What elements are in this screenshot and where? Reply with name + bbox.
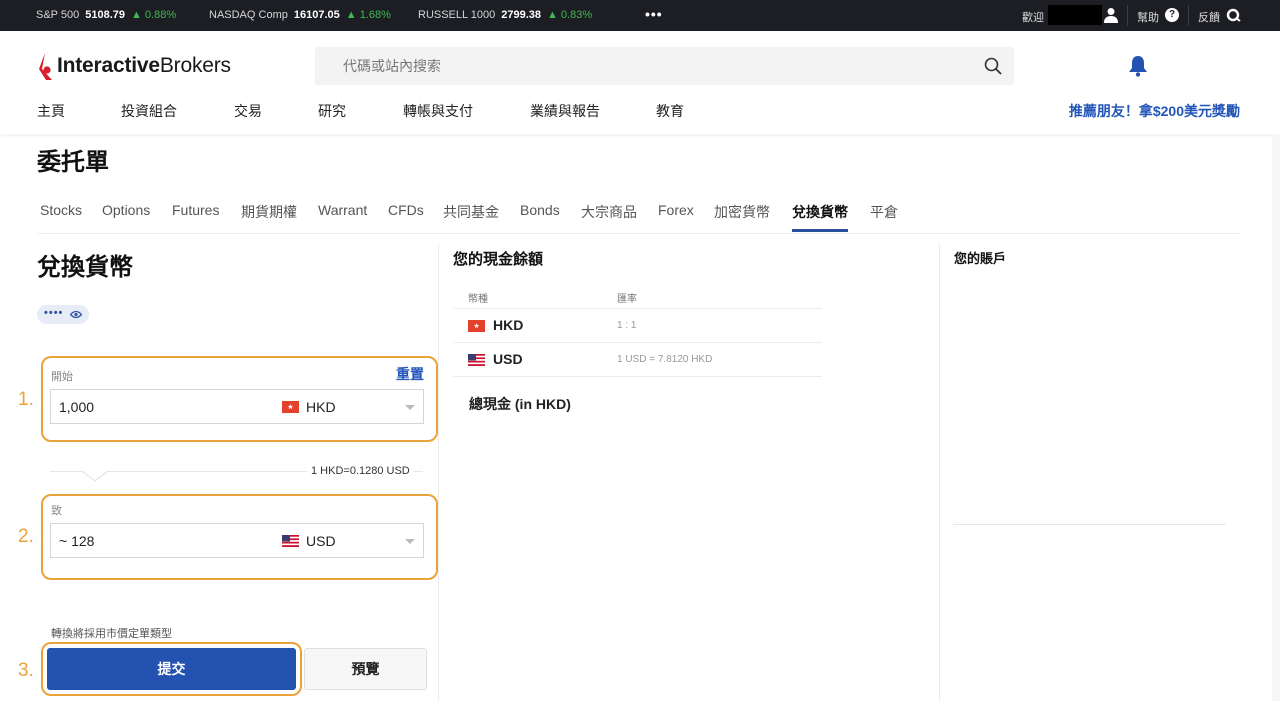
- column-divider: [939, 244, 940, 701]
- account-divider: [953, 524, 1226, 525]
- divider: [1188, 5, 1189, 26]
- table-row: USD 1 USD = 7.8120 HKD: [453, 343, 822, 377]
- site-header: InteractiveBrokers 主頁 投資組合 交易 研究 轉帳與支付 業…: [0, 31, 1280, 134]
- your-account-title: 您的賬戶: [954, 251, 1007, 266]
- nav-performance-reports[interactable]: 業績與報告: [530, 101, 600, 121]
- exchange-rate-text: 1 HKD=0.1280 USD: [307, 465, 414, 477]
- column-divider: [438, 244, 439, 701]
- market-order-note: 轉換將採用市價定單類型: [51, 628, 172, 640]
- currency-column-header: 幣種: [468, 294, 488, 305]
- nav-education[interactable]: 教育: [656, 101, 684, 121]
- step-2-marker: 2.: [18, 526, 34, 547]
- hk-flag-icon: [468, 320, 485, 332]
- tab-forex[interactable]: Forex: [658, 202, 694, 218]
- chevron-down-icon: [405, 539, 415, 544]
- nav-transfer-pay[interactable]: 轉帳與支付: [403, 101, 473, 121]
- to-currency-select[interactable]: USD: [274, 523, 424, 558]
- us-flag-icon: [282, 535, 299, 547]
- hk-flag-icon: [282, 401, 299, 413]
- notifications-bell-icon[interactable]: [1128, 55, 1148, 77]
- divider: [1127, 5, 1128, 26]
- conversion-form-title: 兌換貨幣: [37, 254, 133, 281]
- redacted-username: [1048, 5, 1102, 25]
- ticker-name: RUSSELL 1000: [418, 9, 496, 21]
- tab-futures[interactable]: Futures: [172, 202, 219, 218]
- welcome-label: 歡迎: [1022, 12, 1044, 24]
- feedback-icon[interactable]: [1226, 8, 1241, 23]
- ib-logo[interactable]: InteractiveBrokers: [36, 49, 231, 83]
- ticker-change: ▲ 0.88%: [131, 9, 177, 21]
- tab-bonds[interactable]: Bonds: [520, 202, 560, 218]
- tab-mutual-funds[interactable]: 共同基金: [443, 202, 499, 222]
- reset-link[interactable]: 重置: [396, 364, 424, 384]
- help-link[interactable]: 幫助: [1137, 9, 1159, 25]
- tab-futures-options[interactable]: 期貨期權: [241, 202, 297, 222]
- from-label: 開始: [51, 371, 73, 383]
- ticker-name: NASDAQ Comp: [209, 9, 288, 21]
- rate-column-header: 匯率: [617, 294, 637, 305]
- nav-portfolio[interactable]: 投資組合: [121, 101, 177, 121]
- help-icon[interactable]: ?: [1165, 8, 1179, 22]
- step-3-marker: 3.: [18, 660, 34, 681]
- ib-logo-mark-icon: [39, 53, 52, 80]
- to-amount-input[interactable]: [50, 523, 275, 558]
- currency-rate: 1 USD = 7.8120 HKD: [617, 354, 713, 365]
- ticker-value: 5108.79: [85, 9, 125, 21]
- nav-trade[interactable]: 交易: [234, 101, 262, 121]
- ticker-nasdaq[interactable]: NASDAQ Comp 16107.05 ▲ 1.68%: [209, 9, 391, 21]
- from-currency-select[interactable]: HKD: [274, 389, 424, 424]
- search-input[interactable]: [343, 47, 963, 85]
- step-1-marker: 1.: [18, 389, 34, 410]
- to-currency-code: USD: [306, 533, 336, 549]
- tab-stocks[interactable]: Stocks: [40, 202, 82, 218]
- logo-text: InteractiveBrokers: [57, 54, 231, 77]
- tab-currency-conversion[interactable]: 兌換貨幣: [792, 202, 848, 232]
- eye-icon[interactable]: [70, 310, 82, 319]
- ticker-russell[interactable]: RUSSELL 1000 2799.38 ▲ 0.83%: [418, 9, 592, 21]
- from-currency-code: HKD: [306, 399, 336, 415]
- currency-code: USD: [493, 351, 523, 367]
- table-header: 幣種 匯率: [453, 283, 822, 309]
- cash-balance-table: 幣種 匯率 HKD 1 : 1 USD 1 USD = 7.8120 HKD: [453, 283, 822, 377]
- chevron-down-icon: [405, 405, 415, 410]
- referral-promo-link[interactable]: 推薦朋友！拿$200美元獎勵: [1069, 101, 1240, 121]
- masked-account-id: ••••: [44, 307, 64, 319]
- ticker-value: 2799.38: [501, 9, 542, 21]
- tab-options[interactable]: Options: [102, 202, 150, 218]
- total-cash-label: 總現金 (in HKD): [469, 396, 571, 412]
- from-amount-input[interactable]: [50, 389, 275, 424]
- user-icon[interactable]: [1104, 7, 1118, 23]
- ticker-sp500[interactable]: S&P 500 5108.79 ▲ 0.88%: [36, 9, 176, 21]
- page-title: 委托單: [37, 149, 109, 176]
- ticker-change: ▲ 1.68%: [345, 9, 391, 21]
- tab-close-position[interactable]: 平倉: [870, 202, 898, 222]
- account-selector-pill[interactable]: ••••: [37, 305, 89, 324]
- table-row: HKD 1 : 1: [453, 309, 822, 343]
- page-scrollbar[interactable]: [1272, 134, 1280, 701]
- search-icon[interactable]: [984, 57, 1002, 75]
- feedback-link[interactable]: 反饋: [1198, 9, 1220, 25]
- tab-warrant[interactable]: Warrant: [318, 202, 367, 218]
- cash-balance-title: 您的現金餘額: [453, 251, 544, 268]
- order-type-tabs: Stocks Options Futures 期貨期權 Warrant CFDs…: [37, 198, 1241, 234]
- ticker-name: S&P 500: [36, 9, 80, 21]
- search-box: [315, 47, 1014, 85]
- tab-commodities[interactable]: 大宗商品: [581, 202, 637, 222]
- nav-home[interactable]: 主頁: [37, 101, 65, 121]
- down-arrow-notch-icon: [82, 466, 108, 482]
- submit-button[interactable]: 提交: [47, 648, 296, 690]
- market-ticker-bar: S&P 500 5108.79 ▲ 0.88% NASDAQ Comp 16107.0…: [0, 0, 1280, 31]
- ticker-value: 16107.05: [293, 9, 340, 21]
- us-flag-icon: [468, 354, 485, 366]
- more-tickers-button[interactable]: •••: [645, 6, 663, 22]
- ticker-change: ▲ 0.83%: [547, 9, 593, 21]
- main-nav: 主頁 投資組合 交易 研究 轉帳與支付 業績與報告 教育 推薦朋友！拿$200美…: [0, 101, 1280, 121]
- to-label: 致: [51, 505, 62, 517]
- tab-cfds[interactable]: CFDs: [388, 202, 424, 218]
- currency-rate: 1 : 1: [617, 320, 637, 331]
- preview-button[interactable]: 預覽: [304, 648, 427, 690]
- currency-code: HKD: [493, 317, 524, 333]
- tab-crypto[interactable]: 加密貨幣: [714, 202, 770, 222]
- nav-research[interactable]: 研究: [318, 101, 346, 121]
